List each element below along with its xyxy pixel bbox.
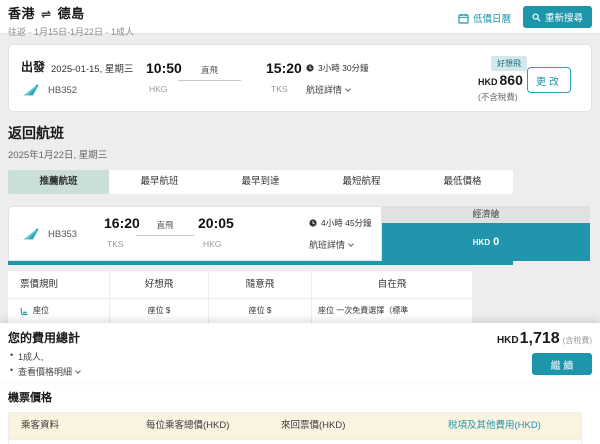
search-again-label: 重新搜尋	[545, 10, 583, 24]
calendar-icon	[458, 13, 469, 24]
swap-route-icon: ⇌	[41, 7, 52, 21]
total-amount: 1,718	[520, 330, 560, 347]
fare-comparison-table: 票價規則 好想飛 隨意飛 自在飛 座位 座位 $ 座位 $ 座位 一次免費選擇（…	[8, 271, 472, 323]
chevron-down-icon	[348, 241, 354, 247]
airline-fin-logo-icon	[23, 227, 43, 241]
tab-lowest-price[interactable]: 最低價格	[412, 170, 513, 194]
fare-table-seat-row: 座位 座位 $ 座位 $ 座位 一次免費選擇（標準	[8, 298, 472, 323]
departure-flight-number: HB352	[23, 83, 77, 97]
trip-summary: 往返 · 1月15日-1月22日 · 1成人	[8, 25, 134, 38]
clock-icon	[306, 64, 314, 72]
return-flight-details-toggle[interactable]: 航班詳情	[309, 238, 353, 251]
price-amount: 0	[493, 236, 499, 248]
currency-label: HKD	[478, 77, 498, 87]
departure-price-note: (不含稅費)	[478, 91, 518, 103]
departure-dep-airport: HKG	[149, 84, 167, 94]
flight-results-page: 香港 ⇌ 德島 往返 · 1月15日-1月22日 · 1成人 低價日曆 重新搜尋 出…	[0, 0, 600, 444]
return-stop-type: 直飛	[136, 219, 194, 236]
fare-column-flex: 隨意飛	[209, 271, 312, 298]
return-duration: 4小時 45分鐘	[309, 217, 372, 229]
seat-flex-cell: 座位 $	[209, 299, 312, 323]
chevron-down-icon	[345, 86, 351, 92]
tab-shortest-duration[interactable]: 最短航程	[311, 170, 412, 194]
destination-city: 德島	[58, 6, 85, 21]
search-again-button[interactable]: 重新搜尋	[523, 6, 592, 28]
return-flight-row: HB353 16:20 TKS 直飛 20:05 HKG 4小時 45分鐘 航班…	[8, 206, 592, 268]
ticket-price-section: 機票價格 乘客資料 每位乘客總價(HKD) 來回票價(HKD) 稅項及其他費用(…	[0, 381, 600, 444]
return-flight-number: HB353	[23, 227, 77, 241]
seat-full-cell: 座位 一次免費選擇（標準	[312, 299, 472, 323]
sort-tabs: 推薦航班 最早航班 最早到達 最短航程 最低價格	[8, 170, 513, 194]
return-dep-airport: TKS	[107, 239, 124, 249]
continue-button[interactable]: 繼 續	[532, 353, 592, 375]
search-icon	[532, 13, 541, 22]
return-arr-time: 20:05	[198, 215, 234, 231]
route-summary: 香港⇌德島 往返 · 1月15日-1月22日 · 1成人	[8, 3, 134, 33]
economy-fare-option[interactable]: 經濟艙 HKD0	[382, 206, 590, 261]
route-title: 香港 ⇌ 德島	[8, 3, 134, 22]
return-section-title: 返回航班	[8, 123, 592, 143]
taxes-fees-header-link[interactable]: 稅項及其他費用(HKD)	[436, 413, 581, 439]
cost-summary-bar: 您的費用總計 1成人, 查看價格明細 HKD1,718(含稅費) 繼 續	[0, 323, 600, 381]
top-search-bar: 香港⇌德島 往返 · 1月15日-1月22日 · 1成人 低價日曆 重新搜尋	[0, 0, 600, 34]
currency-label: HKD	[473, 238, 490, 247]
departure-flight-details-toggle[interactable]: 航班詳情	[306, 83, 350, 96]
fare-rules-header: 票價規則	[8, 271, 110, 298]
departure-stop-type: 直飛	[178, 64, 241, 81]
selected-fare-price: HKD0	[382, 223, 590, 261]
currency-label: HKD	[497, 335, 519, 346]
low-fare-calendar-label: 低價日曆	[473, 11, 511, 25]
ticket-price-header-row: 乘客資料 每位乘客總價(HKD) 來回票價(HKD) 稅項及其他費用(HKD)	[9, 413, 581, 439]
departure-dep-time: 10:50	[146, 60, 182, 76]
price-amount: 860	[500, 72, 523, 88]
fare-column-lite: 好想飛	[110, 271, 209, 298]
fare-column-full: 自在飛	[312, 271, 472, 298]
round-trip-fare-header: 來回票價(HKD)	[269, 413, 436, 439]
return-dep-time: 16:20	[104, 215, 140, 231]
return-flight-card: HB353 16:20 TKS 直飛 20:05 HKG 4小時 45分鐘 航班…	[8, 206, 382, 261]
return-arr-airport: HKG	[203, 239, 221, 249]
origin-city: 香港	[8, 6, 35, 21]
chevron-down-icon	[75, 368, 81, 374]
low-fare-calendar-link[interactable]: 低價日曆	[458, 11, 511, 25]
per-passenger-total-cell: 1718	[134, 440, 269, 444]
ticket-price-title: 機票價格	[8, 389, 592, 405]
clock-icon	[309, 219, 317, 227]
per-passenger-total-header: 每位乘客總價(HKD)	[134, 413, 269, 439]
airline-fin-logo-icon	[23, 83, 43, 97]
return-date: 2025年1月22日, 星期三	[8, 147, 592, 161]
cabin-class-header: 經濟艙	[382, 206, 590, 223]
results-content: 出發 2025-01-15, 星期三 HB352 10:50 HKG 直飛 15…	[0, 44, 600, 323]
fare-table-header-row: 票價規則 好想飛 隨意飛 自在飛	[8, 271, 472, 298]
departure-price: HKD860	[478, 72, 523, 90]
departure-flight-card: 出發 2025-01-15, 星期三 HB352 10:50 HKG 直飛 15…	[8, 44, 592, 112]
selected-flight-underline	[8, 261, 513, 265]
tab-recommended[interactable]: 推薦航班	[8, 170, 109, 194]
seat-lite-cell: 座位 $	[110, 299, 209, 323]
change-flight-button[interactable]: 更改	[527, 67, 571, 93]
total-price: HKD1,718(含稅費)	[497, 330, 592, 348]
departure-duration: 3小時 30分鐘	[306, 62, 369, 74]
passenger-info-header: 乘客資料	[9, 413, 134, 439]
top-actions: 低價日曆 重新搜尋	[458, 3, 592, 33]
passenger-type-cell: 成人 *1	[9, 440, 134, 444]
tax-included-note: (含稅費)	[563, 336, 592, 345]
seat-icon	[20, 307, 29, 316]
tab-earliest-departure[interactable]: 最早航班	[109, 170, 210, 194]
total-price-block: HKD1,718(含稅費) 繼 續	[497, 330, 592, 375]
departure-label: 出發	[21, 58, 45, 75]
ticket-price-table: 乘客資料 每位乘客總價(HKD) 來回票價(HKD) 稅項及其他費用(HKD) …	[8, 412, 582, 444]
departure-date: 2025-01-15, 星期三	[51, 61, 133, 75]
departure-fare-badge: 好想飛	[491, 56, 527, 71]
taxes-amount-toggle[interactable]: 858	[436, 440, 581, 444]
departure-arr-airport: TKS	[271, 84, 288, 94]
departure-arr-time: 15:20	[266, 60, 302, 76]
round-trip-fare-cell: 860	[269, 440, 436, 444]
seat-rule-cell: 座位	[8, 299, 110, 323]
tab-earliest-arrival[interactable]: 最早到達	[210, 170, 311, 194]
ticket-price-data-row: 成人 *1 1718 860 858	[9, 439, 581, 444]
